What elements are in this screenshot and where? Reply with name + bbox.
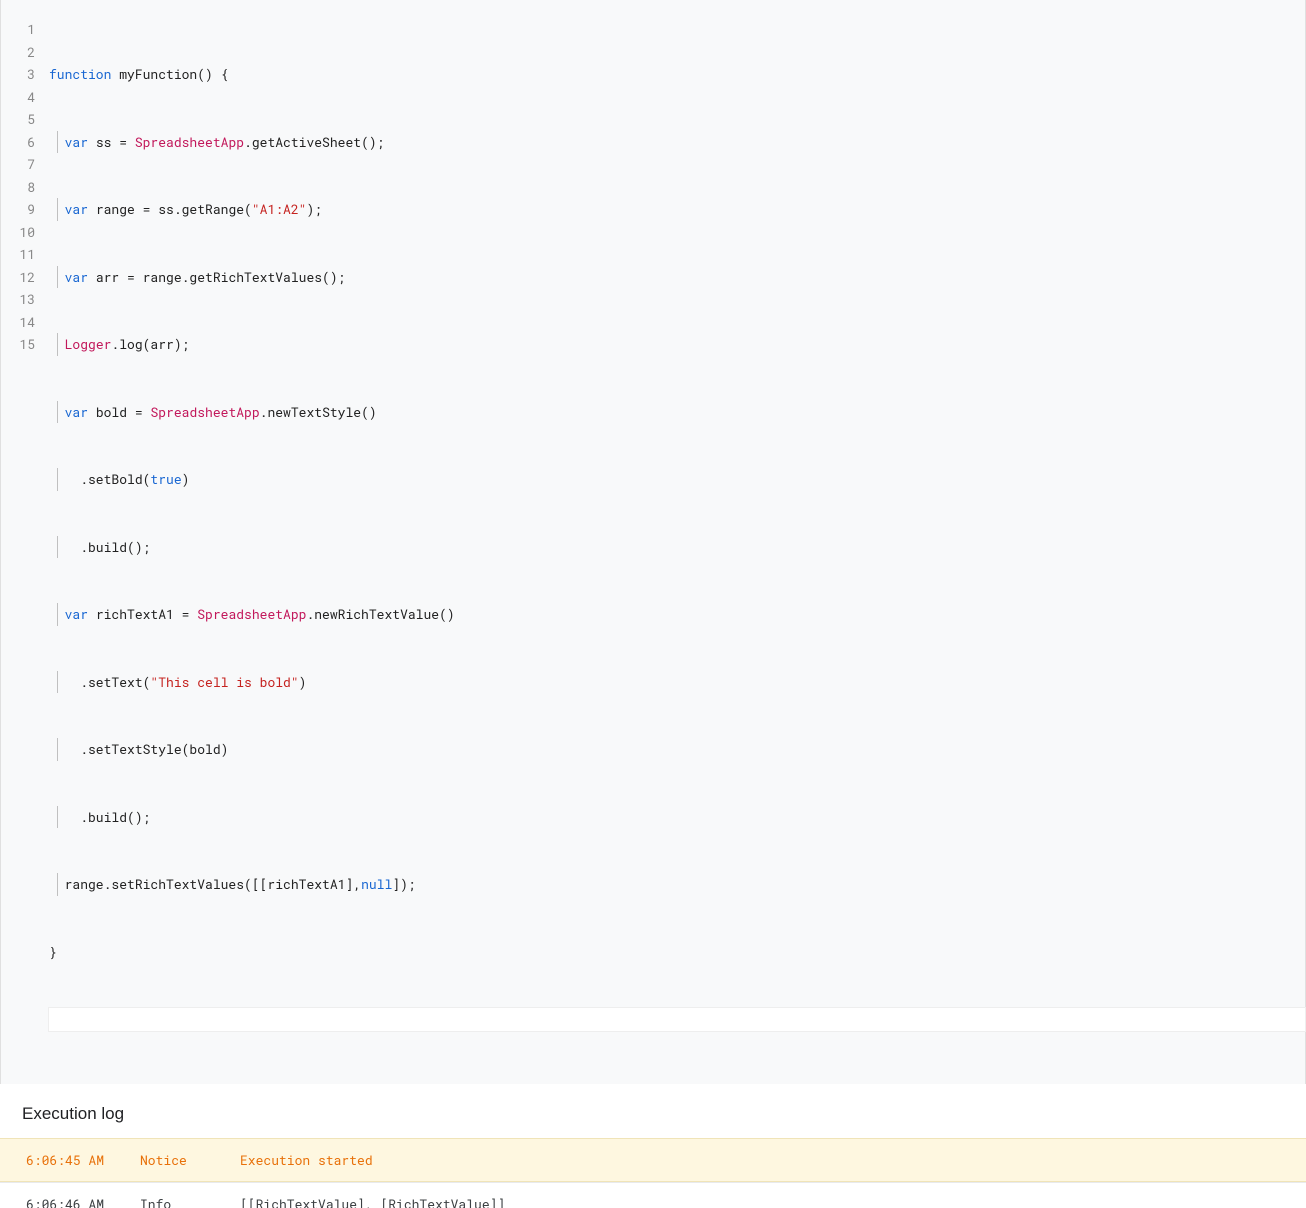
line-number: 11: [1, 243, 35, 266]
log-level: Info: [140, 1195, 240, 1208]
code-line[interactable]: var ss = SpreadsheetApp.getActiveSheet()…: [49, 131, 1305, 154]
log-time: 6:06:45 AM: [26, 1151, 140, 1169]
line-number: 8: [1, 176, 35, 199]
code-line[interactable]: .setTextStyle(bold): [49, 738, 1305, 761]
execution-log: 6:06:45 AM Notice Execution started 6:06…: [0, 1138, 1306, 1208]
code-line[interactable]: .setText("This cell is bold"): [49, 671, 1305, 694]
log-time: 6:06:46 AM: [26, 1195, 140, 1208]
line-number: 6: [1, 131, 35, 154]
log-level: Notice: [140, 1151, 240, 1169]
line-number: 2: [1, 41, 35, 64]
line-number: 12: [1, 266, 35, 289]
log-row-info: 6:06:46 AM Info [[RichTextValue], [RichT…: [0, 1182, 1306, 1208]
code-line[interactable]: var richTextA1 = SpreadsheetApp.newRichT…: [49, 603, 1305, 626]
line-number: 1: [1, 18, 35, 41]
line-gutter: 1 2 3 4 5 6 7 8 9 10 11 12 13 14 15: [1, 18, 49, 1076]
code-line[interactable]: var arr = range.getRichTextValues();: [49, 266, 1305, 289]
log-message: Execution started: [240, 1151, 1280, 1169]
code-line[interactable]: .build();: [49, 536, 1305, 559]
code-line[interactable]: function myFunction() {: [49, 63, 1305, 86]
log-message: [[RichTextValue], [RichTextValue]]: [240, 1195, 1280, 1208]
code-line[interactable]: }: [49, 941, 1305, 964]
code-line[interactable]: var range = ss.getRange("A1:A2");: [49, 198, 1305, 221]
code-line[interactable]: .setBold(true): [49, 468, 1305, 491]
line-number: 14: [1, 311, 35, 334]
execution-log-title: Execution log: [0, 1084, 1306, 1138]
line-number: 9: [1, 198, 35, 221]
line-number: 10: [1, 221, 35, 244]
code-line[interactable]: .build();: [49, 806, 1305, 829]
line-number: 7: [1, 153, 35, 176]
code-line[interactable]: range.setRichTextValues([[richTextA1],nu…: [49, 873, 1305, 896]
line-number: 3: [1, 63, 35, 86]
code-editor[interactable]: 1 2 3 4 5 6 7 8 9 10 11 12 13 14 15 func…: [0, 0, 1306, 1084]
line-number: 5: [1, 108, 35, 131]
code-line[interactable]: var bold = SpreadsheetApp.newTextStyle(): [49, 401, 1305, 424]
line-number: 15: [1, 333, 35, 356]
line-number: 13: [1, 288, 35, 311]
line-number: 4: [1, 86, 35, 109]
code-line-current[interactable]: [49, 1008, 1305, 1031]
log-row-notice: 6:06:45 AM Notice Execution started: [0, 1138, 1306, 1182]
code-content[interactable]: function myFunction() { var ss = Spreads…: [49, 18, 1305, 1076]
code-line[interactable]: Logger.log(arr);: [49, 333, 1305, 356]
